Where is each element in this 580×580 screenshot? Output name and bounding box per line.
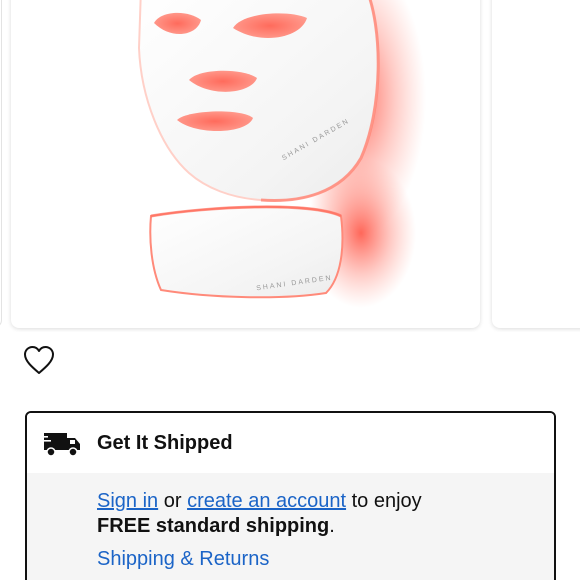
- free-shipping-text: FREE standard shipping: [97, 515, 330, 537]
- shipping-title: Get It Shipped: [97, 432, 233, 454]
- shipping-header: Get It Shipped: [27, 413, 554, 473]
- heart-outline-icon[interactable]: [22, 344, 56, 376]
- shipping-option-card[interactable]: Get It Shipped Sign in or create an acco…: [25, 411, 556, 580]
- shipping-returns-link[interactable]: Shipping & Returns: [97, 547, 269, 572]
- or-text: or: [158, 490, 188, 512]
- next-image-card[interactable]: [492, 0, 580, 328]
- sign-in-link[interactable]: Sign in: [97, 490, 158, 512]
- led-mask-product-image: [137, 0, 426, 308]
- period-text: .: [329, 515, 335, 537]
- to-enjoy-text: to enjoy: [346, 490, 422, 512]
- delivery-truck-icon: [43, 433, 80, 457]
- shipping-details: Sign in or create an account to enjoy FR…: [27, 473, 554, 580]
- free-shipping-line: FREE standard shipping.: [97, 514, 554, 539]
- product-image-carousel[interactable]: SHANI DARDEN SHANI DARDEN: [0, 0, 580, 332]
- sign-in-line: Sign in or create an account to enjoy: [97, 489, 554, 514]
- create-account-link[interactable]: create an account: [187, 490, 346, 512]
- product-image-card[interactable]: SHANI DARDEN SHANI DARDEN: [11, 0, 480, 328]
- previous-image-card[interactable]: [0, 0, 2, 328]
